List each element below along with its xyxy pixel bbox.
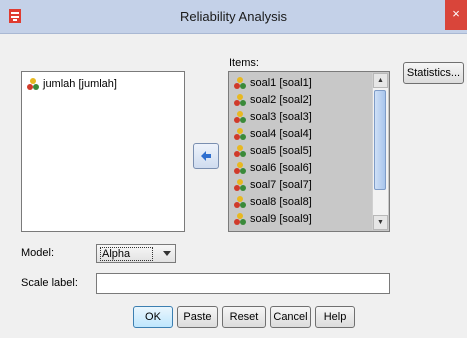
source-variable-list[interactable]: jumlah [jumlah] (21, 71, 185, 232)
window-title: Reliability Analysis (180, 9, 287, 24)
title-bar[interactable]: Reliability Analysis × (0, 0, 467, 34)
scale-variable-icon (234, 179, 246, 192)
scale-variable-icon (234, 94, 246, 107)
items-list[interactable]: soal1 [soal1] soal2 [soal2] soal3 [soal3… (228, 71, 390, 232)
scale-variable-icon (234, 128, 246, 141)
scroll-down-arrow-icon[interactable]: ▼ (373, 215, 388, 230)
list-item[interactable]: soal1 [soal1] (233, 75, 312, 91)
list-item-label: soal3 [soal3] (250, 111, 312, 123)
list-item-label: soal6 [soal6] (250, 162, 312, 174)
statistics-button[interactable]: Statistics... (403, 62, 464, 84)
scale-variable-icon (234, 162, 246, 175)
list-item[interactable]: soal7 [soal7] (233, 177, 312, 193)
list-item[interactable]: soal2 [soal2] (233, 92, 312, 108)
scale-variable-icon (234, 77, 246, 90)
cancel-button-label: Cancel (273, 311, 308, 323)
help-button[interactable]: Help (315, 306, 355, 328)
list-item[interactable]: jumlah [jumlah] (26, 76, 117, 92)
reliability-analysis-dialog: Reliability Analysis × jumlah [jumlah] I… (0, 0, 467, 338)
list-item-label: soal4 [soal4] (250, 128, 312, 140)
help-button-label: Help (323, 311, 347, 323)
list-item-label: soal1 [soal1] (250, 77, 312, 89)
paste-button-label: Paste (183, 311, 212, 323)
move-to-items-button[interactable] (193, 143, 219, 169)
list-item[interactable]: soal5 [soal5] (233, 143, 312, 159)
chevron-down-icon (163, 251, 171, 256)
scroll-thumb[interactable] (374, 90, 386, 190)
ok-button[interactable]: OK (133, 306, 173, 328)
cancel-button[interactable]: Cancel (270, 306, 311, 328)
model-label: Model: (21, 247, 55, 259)
paste-button[interactable]: Paste (177, 306, 218, 328)
list-item[interactable]: soal3 [soal3] (233, 109, 312, 125)
list-item[interactable]: soal9 [soal9] (233, 211, 312, 231)
ok-button-label: OK (145, 311, 161, 323)
list-item[interactable]: soal4 [soal4] (233, 126, 312, 142)
scale-variable-icon (234, 213, 246, 226)
scroll-up-arrow-icon[interactable]: ▲ (373, 73, 388, 88)
list-item[interactable]: soal6 [soal6] (233, 160, 312, 176)
scale-label-input[interactable] (96, 273, 390, 294)
list-item-label: soal8 [soal8] (250, 196, 312, 208)
list-item-label: soal7 [soal7] (250, 179, 312, 191)
statistics-button-label: Statistics... (406, 67, 461, 79)
list-item-label: soal9 [soal9] (250, 213, 312, 225)
scale-variable-icon (234, 111, 246, 124)
items-scrollbar[interactable]: ▲ ▼ (372, 73, 388, 230)
reset-button[interactable]: Reset (222, 306, 266, 328)
list-item-label: soal2 [soal2] (250, 94, 312, 106)
items-label: Items: (229, 57, 259, 69)
scale-variable-icon (27, 78, 39, 91)
list-item-label: jumlah [jumlah] (43, 78, 117, 90)
close-button[interactable]: × (445, 0, 467, 30)
list-item-label: soal5 [soal5] (250, 145, 312, 157)
reset-button-label: Reset (229, 311, 259, 323)
scale-variable-icon (234, 196, 246, 209)
list-item[interactable]: soal8 [soal8] (233, 194, 312, 210)
scale-label-label: Scale label: (21, 277, 78, 289)
arrow-left-icon (201, 151, 211, 161)
model-select-value: Alpha (100, 247, 154, 261)
scale-variable-icon (234, 145, 246, 158)
model-select[interactable]: Alpha (96, 244, 176, 263)
